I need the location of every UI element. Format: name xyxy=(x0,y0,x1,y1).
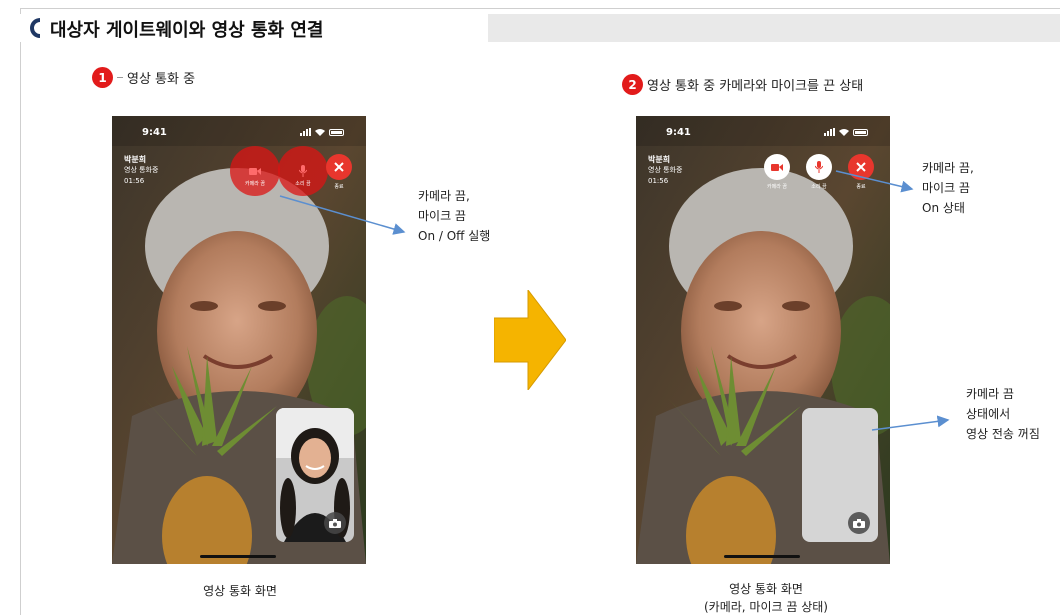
annotation-line: On / Off 실행 xyxy=(418,229,491,243)
pointer-line-on-state xyxy=(835,170,914,193)
caption-line: 영상 통화 화면 xyxy=(729,582,803,596)
annotation-off-stream: 카메라 끔 상태에서 영상 전송 꺼짐 xyxy=(966,384,1040,444)
caption-phone-1: 영상 통화 화면 xyxy=(203,584,277,598)
annotation-line: 마이크 끔 xyxy=(922,181,970,195)
annotation-line: 카메라 끔, xyxy=(418,189,470,203)
caption-line: (카메라, 마이크 끔 상태) xyxy=(704,600,828,614)
annotation-line: 카메라 끔, xyxy=(922,161,974,175)
caption-phone-2: 영상 통화 화면 (카메라, 마이크 끔 상태) xyxy=(676,580,856,615)
annotation-line: 영상 전송 꺼짐 xyxy=(966,427,1040,441)
pointer-line-off-stream xyxy=(871,415,950,431)
annotation-line: 상태에서 xyxy=(966,407,1011,421)
annotation-line: 카메라 끔 xyxy=(966,387,1014,401)
annotation-on-state: 카메라 끔, 마이크 끔 On 상태 xyxy=(922,158,974,218)
pointer-line-toggle xyxy=(279,195,406,235)
annotation-toggle: 카메라 끔, 마이크 끔 On / Off 실행 xyxy=(418,186,490,246)
annotation-line: On 상태 xyxy=(922,201,965,215)
annotation-pointers xyxy=(279,170,950,431)
annotation-line: 마이크 끔 xyxy=(418,209,466,223)
